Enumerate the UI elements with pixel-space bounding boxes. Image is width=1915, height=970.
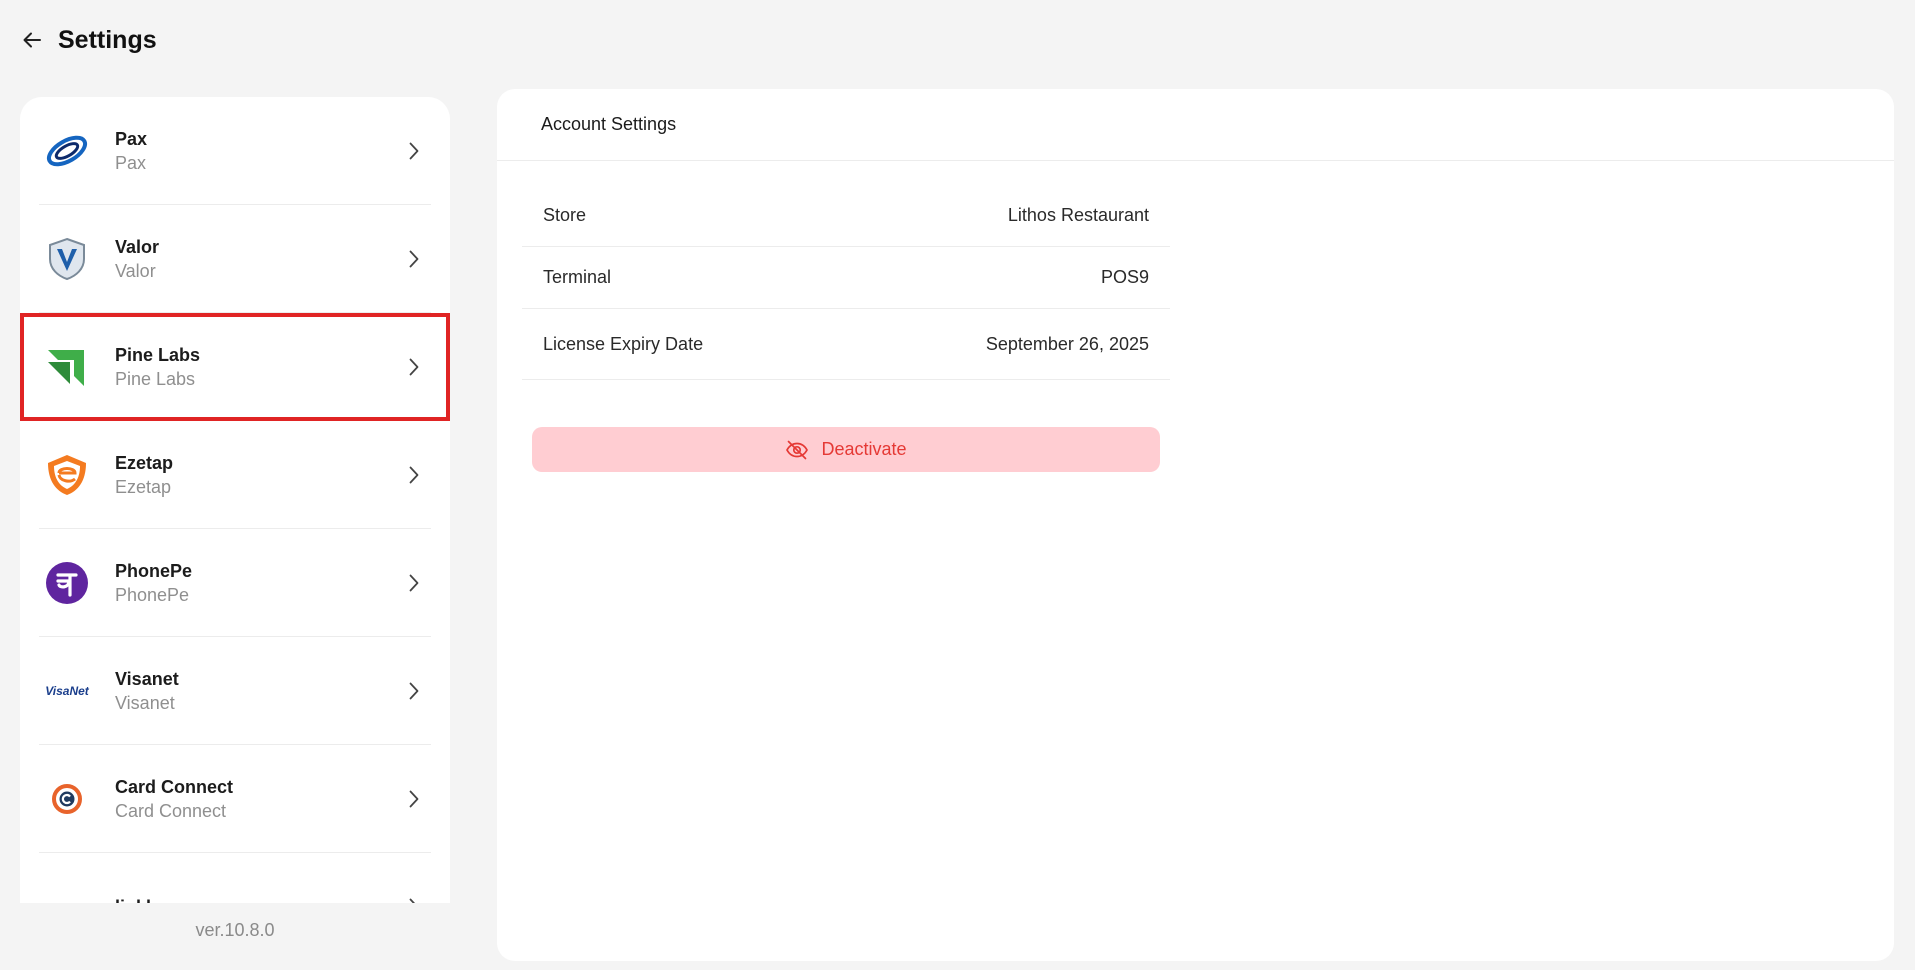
sidebar-item-title: Pine Labs <box>115 345 201 365</box>
chevron-right-icon <box>406 465 422 485</box>
chevron-right-icon <box>406 573 422 593</box>
visanet-logo-text: VisaNet <box>45 684 89 698</box>
sidebar-item-card-connect[interactable]: Card Connect Card Connect <box>20 745 450 853</box>
sidebar-item-linkly[interactable]: linkly <box>20 853 450 903</box>
info-value: Lithos Restaurant <box>1007 205 1149 225</box>
account-info-table: Store Lithos Restaurant Terminal POS9 Li… <box>522 185 1170 380</box>
sidebar-item-subtitle: Pine Labs <box>115 369 196 389</box>
eye-off-icon <box>785 439 809 461</box>
chevron-right-icon <box>406 357 422 377</box>
sidebar-item-subtitle: Valor <box>115 261 156 281</box>
chevron-right-icon <box>406 789 422 809</box>
sidebar-item-title: Valor <box>115 237 160 257</box>
back-arrow-icon[interactable] <box>20 28 44 52</box>
header: Settings <box>0 0 1915 84</box>
pine-labs-logo-icon <box>44 344 90 390</box>
sidebar-item-ezetap[interactable]: Ezetap Ezetap <box>20 421 450 529</box>
sidebar-item-pine-labs[interactable]: Pine Labs Pine Labs <box>20 313 450 421</box>
sidebar-item-subtitle: Visanet <box>115 693 175 713</box>
deactivate-label: Deactivate <box>821 439 907 459</box>
panel-header: Account Settings <box>497 89 1894 161</box>
chevron-right-icon <box>406 681 422 701</box>
info-value: September 26, 2025 <box>985 333 1149 354</box>
chevron-right-icon <box>406 141 422 161</box>
sidebar-item-title: linkly <box>115 895 161 903</box>
sidebar-item-title: PhonePe <box>115 561 193 581</box>
pax-logo-icon <box>44 128 90 174</box>
linkly-logo-icon <box>44 884 90 903</box>
version-label: ver.10.8.0 <box>195 920 275 940</box>
sidebar-item-subtitle: Ezetap <box>115 477 172 497</box>
ezetap-logo-icon <box>44 452 90 498</box>
visanet-logo-icon: VisaNet <box>40 668 94 714</box>
chevron-right-icon <box>406 897 422 903</box>
card-connect-logo-icon <box>44 776 90 822</box>
panel-title: Account Settings <box>541 114 677 134</box>
chevron-right-icon <box>406 249 422 269</box>
sidebar-item-subtitle: Card Connect <box>115 801 227 821</box>
deactivate-button[interactable]: Deactivate <box>532 427 1160 472</box>
sidebar-item-subtitle: Pax <box>115 153 147 173</box>
info-label: License Expiry Date <box>543 333 704 354</box>
phonepe-logo-icon <box>44 560 90 606</box>
info-row-license-expiry: License Expiry Date September 26, 2025 <box>522 309 1170 380</box>
info-row-terminal: Terminal POS9 <box>522 247 1170 309</box>
sidebar-item-title: Ezetap <box>115 453 174 473</box>
valor-logo-icon <box>44 236 90 282</box>
page-title: Settings <box>58 26 157 54</box>
sidebar-item-title: Visanet <box>115 669 179 689</box>
sidebar-item-pax[interactable]: Pax Pax <box>20 97 450 205</box>
info-value: POS9 <box>1100 267 1149 287</box>
sidebar: Pax Pax Valor Valor Pine Labs Pine Labs … <box>20 97 450 903</box>
sidebar-item-valor[interactable]: Valor Valor <box>20 205 450 313</box>
info-label: Store <box>543 205 587 225</box>
sidebar-item-title: Card Connect <box>115 777 234 797</box>
info-label: Terminal <box>543 267 612 287</box>
sidebar-item-subtitle: PhonePe <box>115 585 190 605</box>
info-row-store: Store Lithos Restaurant <box>522 185 1170 247</box>
sidebar-item-title: Pax <box>115 129 148 149</box>
account-settings-panel: Account Settings Store Lithos Restaurant… <box>497 89 1894 961</box>
sidebar-item-visanet[interactable]: VisaNet Visanet Visanet <box>20 637 450 745</box>
sidebar-item-phonepe[interactable]: PhonePe PhonePe <box>20 529 450 637</box>
